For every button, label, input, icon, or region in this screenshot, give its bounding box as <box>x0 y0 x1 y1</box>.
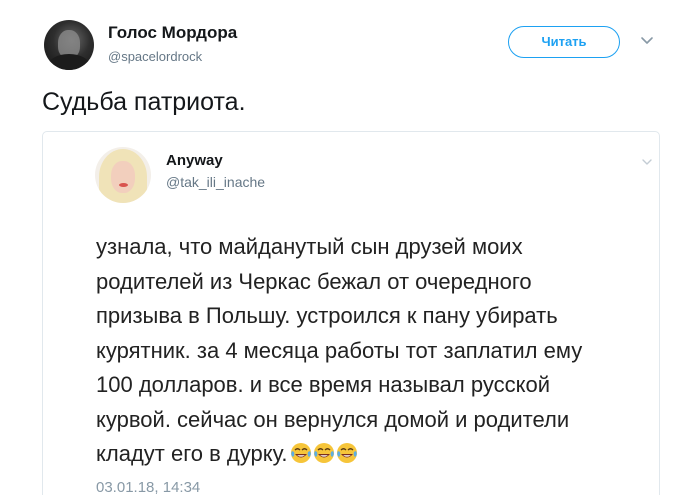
tweet-container: Голос Мордора @spacelordrock Читать Судь… <box>0 0 700 495</box>
quoted-avatar[interactable] <box>95 147 151 203</box>
quoted-tweet-card[interactable]: Anyway @tak_ili_inache узнала, что майда… <box>42 131 660 495</box>
face-with-tears-of-joy-icon <box>313 443 334 463</box>
quoted-text-line: родителей из Черкас бежал от очередного <box>96 268 532 294</box>
quoted-text-line: курятник. за 4 месяца работы тот заплати… <box>96 337 583 363</box>
quoted-text-line-last: кладут его в дурку. <box>96 437 656 475</box>
quoted-text-line: узнала, что майданутый сын друзей моих <box>96 234 523 259</box>
quoted-text-fragment: кладут его в дурку. <box>96 441 288 466</box>
quoted-tweet-text: узнала, что майданутый сын друзей моих р… <box>96 230 656 475</box>
author-name[interactable]: Голос Мордора <box>108 23 237 43</box>
face-with-tears-of-joy-icon <box>290 443 311 463</box>
quoted-author-name[interactable]: Anyway <box>166 152 223 169</box>
follow-button[interactable]: Читать <box>508 26 620 58</box>
tweet-text: Судьба патриота. <box>42 88 246 116</box>
emoji-row <box>290 440 359 475</box>
quoted-text-line: призыва в Польшу. устроился к пану убира… <box>96 303 558 328</box>
author-avatar[interactable] <box>44 20 94 70</box>
avatar-face <box>111 161 135 193</box>
avatar-lips <box>119 183 128 187</box>
avatar-shoulders <box>48 54 90 70</box>
quoted-text-line: курвой. сейчас он вернулся домой и родит… <box>96 406 570 432</box>
quoted-author-handle[interactable]: @tak_ili_inache <box>166 174 265 190</box>
chevron-down-icon[interactable] <box>641 156 653 168</box>
quoted-text-line: 100 долларов. и все время называл русско… <box>96 372 550 397</box>
face-with-tears-of-joy-icon <box>336 443 357 463</box>
author-handle[interactable]: @spacelordrock <box>108 49 202 64</box>
chevron-down-icon[interactable] <box>640 34 654 48</box>
quoted-timestamp[interactable]: 03.01.18, 14:34 <box>96 479 200 495</box>
